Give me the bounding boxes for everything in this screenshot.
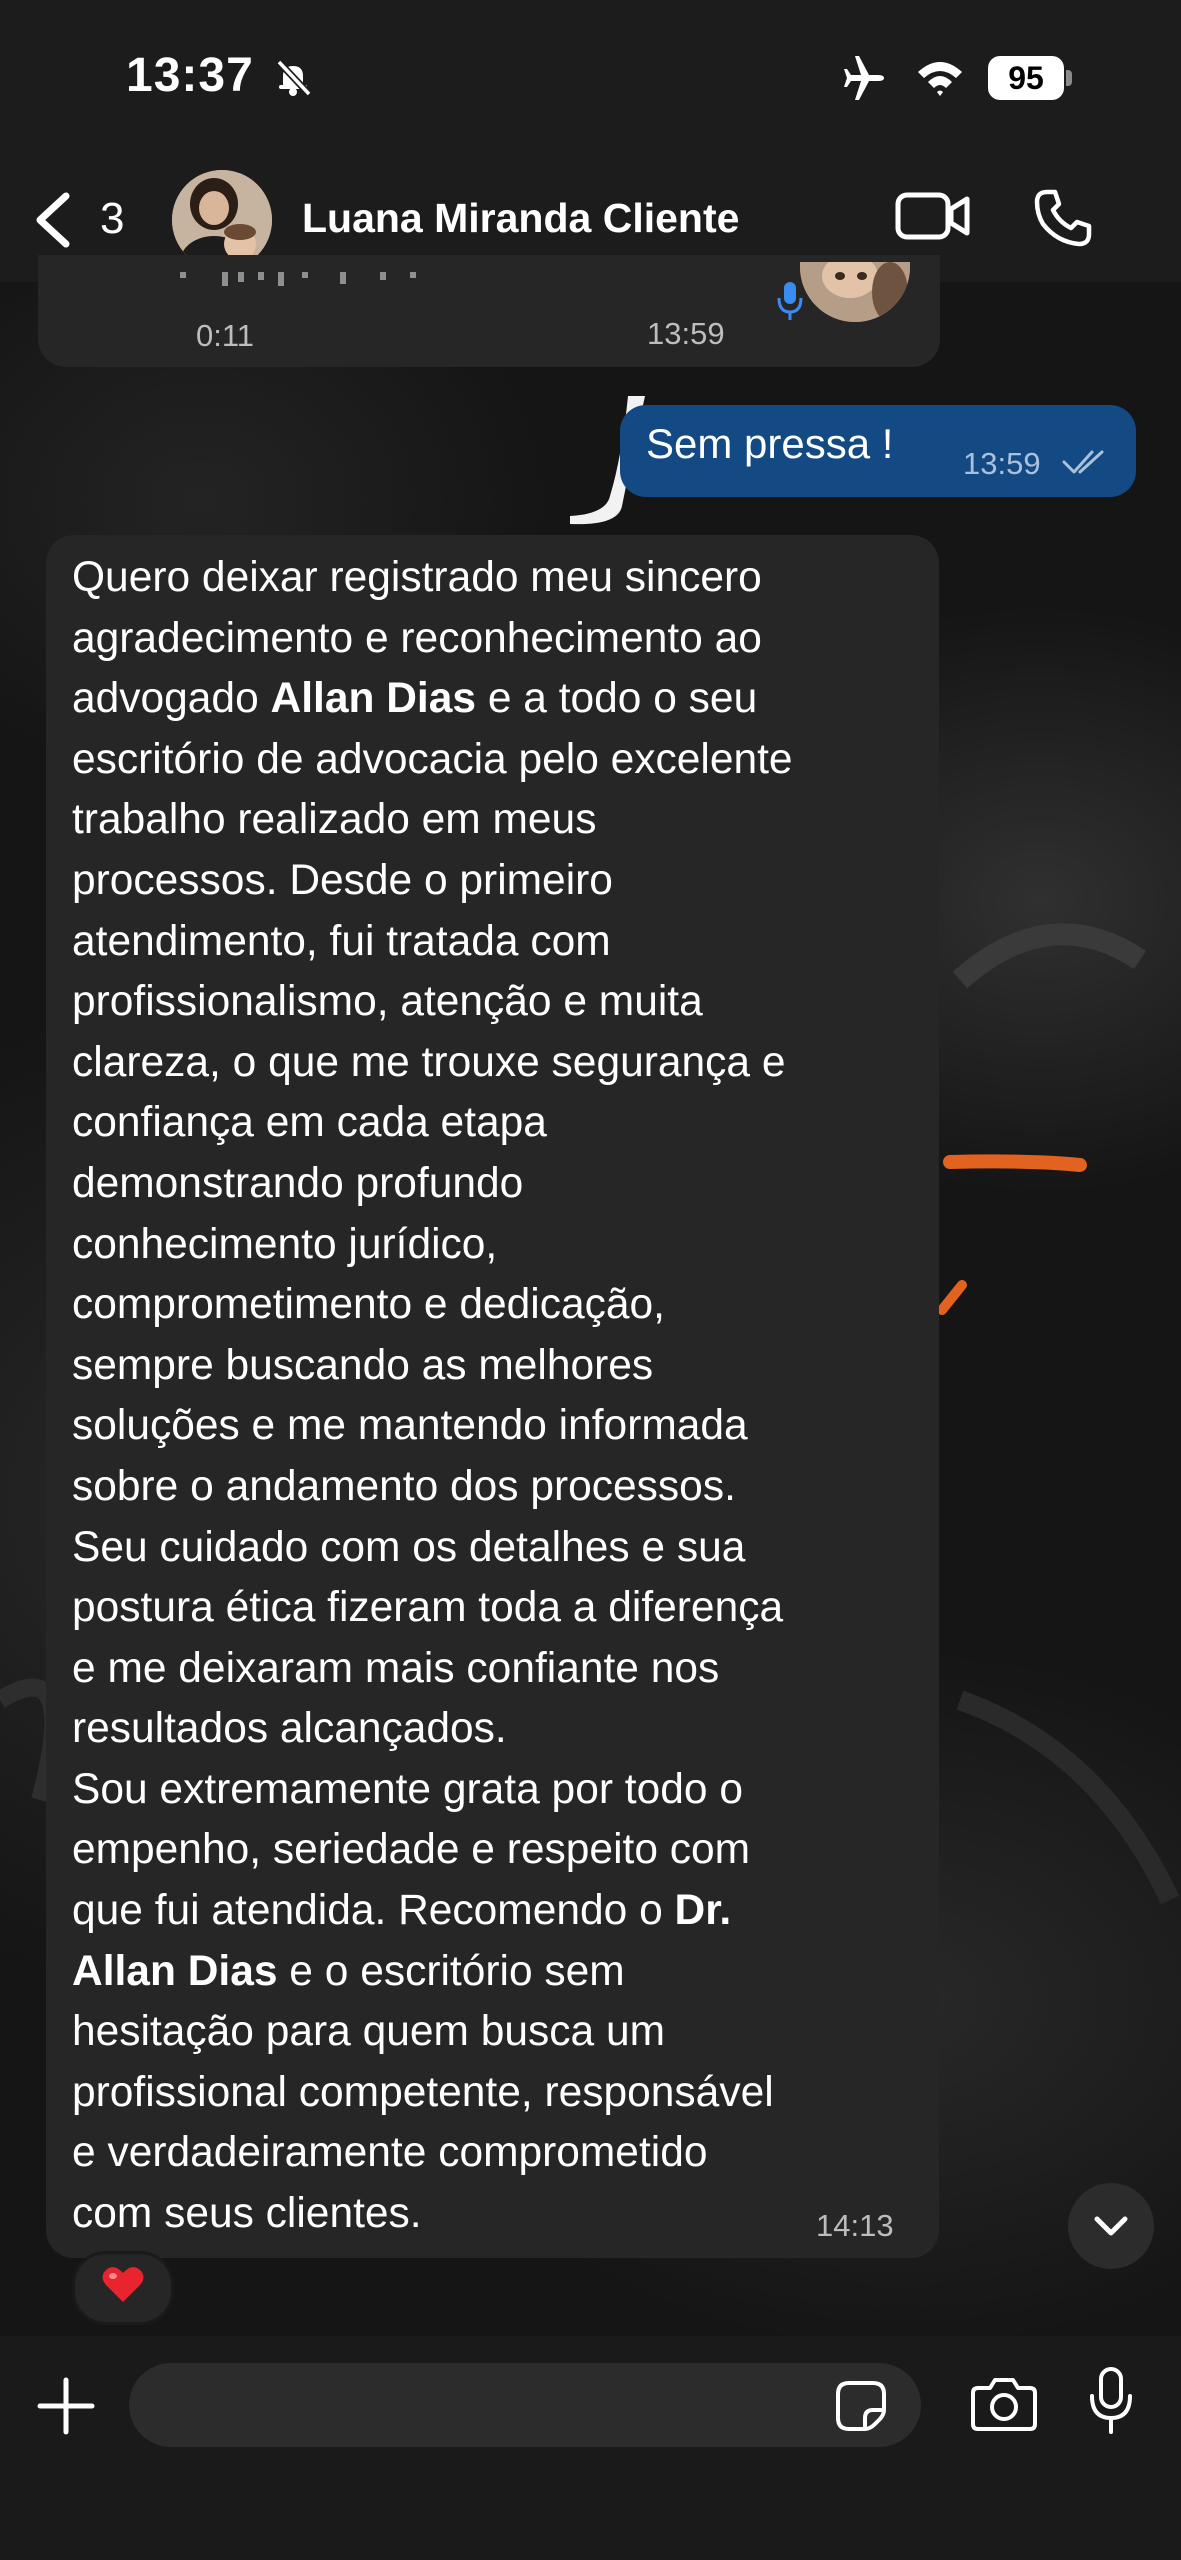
voice-duration: 0:11: [196, 318, 255, 353]
heart-reaction[interactable]: [72, 2251, 174, 2325]
message-line: postura ética fizeram toda a diferença: [72, 1584, 784, 1632]
video-camera-icon[interactable]: [895, 190, 971, 247]
message-line: agradecimento e reconhecimento ao: [72, 614, 762, 662]
plus-icon[interactable]: [36, 2376, 96, 2441]
message-line: advogado Allan Dias e a todo o seu: [72, 669, 922, 730]
message-composer: [0, 2336, 1181, 2560]
message-line: escritório de advocacia pelo excelente: [72, 735, 793, 783]
message-line: com seus clientes.: [72, 2190, 422, 2238]
lawyer-name-bold: Allan Dias: [270, 675, 477, 723]
camera-icon[interactable]: [970, 2376, 1038, 2437]
battery-icon: 95: [988, 56, 1072, 100]
message-timestamp: 13:59: [647, 316, 725, 351]
message-line: comprometimento e dedicação,: [72, 1281, 665, 1329]
message-line: e me deixaram mais confiante nos: [72, 1644, 720, 1692]
lawyer-name-bold: Allan Dias: [72, 1947, 278, 1995]
message-line: Sou extremamente grata por todo o: [72, 1765, 743, 1813]
message-line: clareza, o que me trouxe segurança e: [72, 1038, 786, 1086]
message-line: profissional competente, responsável: [72, 2068, 774, 2116]
double-check-icon: [1062, 448, 1110, 481]
phone-icon[interactable]: [1033, 188, 1093, 253]
message-text-fragment: advogado: [72, 675, 271, 723]
message-text-fragment: e a todo o seu: [476, 675, 758, 723]
message-text-fragment: e o escritório sem: [277, 1947, 625, 1995]
status-time: 13:37: [126, 49, 254, 102]
back-button[interactable]: 3: [30, 182, 140, 252]
message-timestamp: 13:59: [963, 446, 1041, 481]
lawyer-title-bold: Dr.: [674, 1887, 732, 1935]
message-line: Quero deixar registrado meu sincero: [72, 554, 762, 601]
chevron-left-icon: [30, 190, 74, 255]
message-line: soluções e me mantendo informada: [72, 1402, 748, 1450]
message-line: atendimento, fui tratada com: [72, 917, 611, 965]
message-line: confiança em cada etapa: [72, 1099, 547, 1147]
airplane-icon: [840, 56, 888, 105]
contact-name[interactable]: Luana Miranda Cliente: [302, 195, 739, 242]
sticker-icon[interactable]: [835, 2380, 887, 2437]
message-line: sempre buscando as melhores: [72, 1341, 654, 1389]
received-message-text: Quero deixar registrado meu sincero agra…: [72, 548, 922, 2245]
status-bar: 13:37 95: [0, 0, 1181, 160]
heart-icon: [101, 2264, 145, 2309]
voice-waveform: [180, 272, 416, 286]
message-line: hesitação para quem busca um: [72, 2008, 665, 2056]
message-line: Allan Dias e o escritório sem: [72, 1942, 922, 2003]
chevron-down-icon: [1094, 2216, 1128, 2236]
message-input[interactable]: [129, 2363, 921, 2447]
message-line: Seu cuidado com os detalhes e sua: [72, 1523, 746, 1571]
message-timestamp: 14:13: [816, 2208, 894, 2243]
sent-message-text: Sem pressa !: [646, 420, 894, 467]
battery-level: 95: [1008, 60, 1044, 96]
message-text-fragment: que fui atendida. Recomendo o: [72, 1887, 675, 1935]
message-line: e verdadeiramente comprometido: [72, 2129, 708, 2177]
bell-off-icon: [273, 58, 313, 103]
scroll-to-bottom-button[interactable]: [1068, 2183, 1154, 2269]
message-line: trabalho realizado em meus: [72, 796, 597, 844]
message-line: resultados alcançados.: [72, 1705, 507, 1753]
wifi-icon: [915, 58, 965, 103]
message-line: que fui atendida. Recomendo o Dr.: [72, 1881, 922, 1942]
message-line: sobre o andamento dos processos.: [72, 1462, 736, 1510]
message-line: processos. Desde o primeiro: [72, 856, 613, 904]
unread-count: 3: [100, 194, 125, 243]
message-line: conhecimento jurídico,: [72, 1220, 498, 1268]
microphone-icon: [776, 282, 804, 327]
message-line: profissionalismo, atenção e muita: [72, 978, 703, 1026]
message-line: empenho, seriedade e respeito com: [72, 1826, 751, 1874]
message-line: demonstrando profundo: [72, 1159, 524, 1207]
microphone-icon[interactable]: [1088, 2366, 1134, 2441]
